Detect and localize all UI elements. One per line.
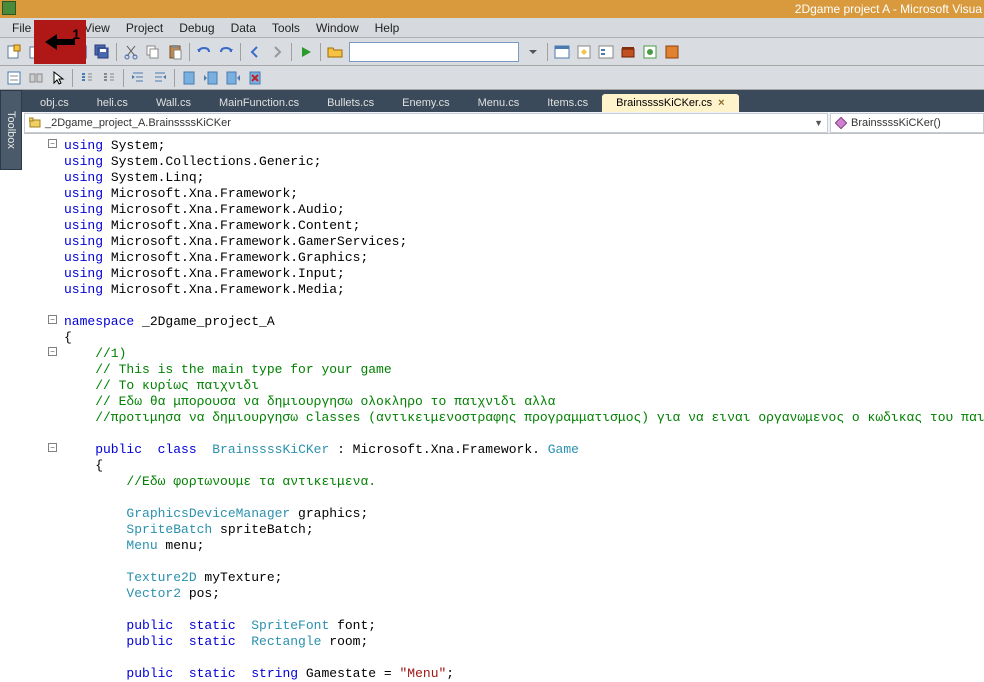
- tab-menu[interactable]: Menu.cs: [464, 94, 534, 112]
- outdent-button[interactable]: [150, 68, 170, 88]
- tab-mainfunction[interactable]: MainFunction.cs: [205, 94, 313, 112]
- arrow-left-icon: [45, 34, 75, 50]
- cut-button[interactable]: [121, 42, 141, 62]
- window-titlebar: 2Dgame project A - Microsoft Visua: [0, 0, 984, 18]
- indent-button[interactable]: [128, 68, 148, 88]
- menu-bar: File Edit View Project Debug Data Tools …: [0, 18, 984, 38]
- type-name: _2Dgame_project_A.BrainssssKiCKer: [45, 117, 231, 129]
- toolbar-separator: [72, 69, 73, 87]
- close-tab-icon[interactable]: ×: [718, 97, 724, 109]
- menu-debug[interactable]: Debug: [171, 19, 222, 37]
- save-all-button[interactable]: [92, 42, 112, 62]
- next-bookmark-button[interactable]: [223, 68, 243, 88]
- code-editor[interactable]: − − − − using System; using System.Colle…: [24, 134, 984, 682]
- new-project-button[interactable]: [4, 42, 24, 62]
- tab-wall[interactable]: Wall.cs: [142, 94, 205, 112]
- toolbar-separator: [174, 69, 175, 87]
- object-browser-button[interactable]: [596, 42, 616, 62]
- properties-button[interactable]: [574, 42, 594, 62]
- tab-bullets[interactable]: Bullets.cs: [313, 94, 388, 112]
- find-combo[interactable]: [349, 42, 519, 62]
- method-icon: [835, 117, 847, 129]
- secondary-toolbar: [0, 66, 984, 90]
- code-content[interactable]: using System; using System.Collections.G…: [64, 138, 984, 682]
- editor-gutter: − − − −: [24, 134, 60, 682]
- pointer-button[interactable]: [48, 68, 68, 88]
- tab-heli[interactable]: heli.cs: [83, 94, 142, 112]
- tab-label: BrainssssKiCKer.cs: [616, 97, 712, 109]
- menu-project[interactable]: Project: [118, 19, 171, 37]
- display-class-button[interactable]: [4, 68, 24, 88]
- toolbar-separator: [291, 43, 292, 61]
- app-icon: [2, 1, 16, 15]
- toolbox-panel-tab[interactable]: Toolbox: [0, 90, 22, 170]
- prev-bookmark-button[interactable]: [201, 68, 221, 88]
- find-dropdown-button[interactable]: [523, 42, 543, 62]
- chevron-down-icon: ▼: [814, 118, 823, 128]
- tab-brainsssskicker[interactable]: BrainssssKiCKer.cs ×: [602, 94, 738, 112]
- toolbar-separator: [547, 43, 548, 61]
- marker-label: 1: [72, 26, 80, 42]
- outline-collapse-icon[interactable]: −: [48, 315, 57, 324]
- type-navigator[interactable]: _2Dgame_project_A.BrainssssKiCKer ▼: [24, 113, 828, 133]
- start-page-button[interactable]: [640, 42, 660, 62]
- member-name: BrainssssKiCKer(): [851, 117, 941, 129]
- start-debug-button[interactable]: [296, 42, 316, 62]
- paste-button[interactable]: [165, 42, 185, 62]
- toolbox-label: Toolbox: [5, 111, 17, 149]
- toolbar-separator: [240, 43, 241, 61]
- toolbox-button[interactable]: [618, 42, 638, 62]
- outline-collapse-icon[interactable]: −: [48, 139, 57, 148]
- toolbar-separator: [320, 43, 321, 61]
- tab-enemy[interactable]: Enemy.cs: [388, 94, 463, 112]
- clear-bookmarks-button[interactable]: [245, 68, 265, 88]
- uncomment-button[interactable]: [99, 68, 119, 88]
- menu-data[interactable]: Data: [223, 19, 264, 37]
- undo-button[interactable]: [194, 42, 214, 62]
- tab-obj[interactable]: obj.cs: [26, 94, 83, 112]
- window-title: 2Dgame project A - Microsoft Visua: [795, 2, 984, 16]
- comment-button[interactable]: [77, 68, 97, 88]
- solution-explorer-button[interactable]: [552, 42, 572, 62]
- menu-tools[interactable]: Tools: [264, 19, 308, 37]
- nav-forward-button[interactable]: [267, 42, 287, 62]
- redo-button[interactable]: [216, 42, 236, 62]
- main-toolbar: [0, 38, 984, 66]
- toolbar-separator: [116, 43, 117, 61]
- toolbar-separator: [189, 43, 190, 61]
- code-nav-bar: _2Dgame_project_A.BrainssssKiCKer ▼ Brai…: [24, 112, 984, 134]
- outline-collapse-icon[interactable]: −: [48, 347, 57, 356]
- nav-back-button[interactable]: [245, 42, 265, 62]
- class-icon: [29, 117, 41, 129]
- outline-collapse-icon[interactable]: −: [48, 443, 57, 452]
- member-navigator[interactable]: BrainssssKiCKer(): [830, 113, 984, 133]
- display-member-button[interactable]: [26, 68, 46, 88]
- bookmark-button[interactable]: [179, 68, 199, 88]
- copy-button[interactable]: [143, 42, 163, 62]
- menu-help[interactable]: Help: [367, 19, 408, 37]
- toolbar-separator: [123, 69, 124, 87]
- menu-window[interactable]: Window: [308, 19, 367, 37]
- marker-overlay: 1: [34, 20, 86, 64]
- tab-items[interactable]: Items.cs: [533, 94, 602, 112]
- document-tab-strip: obj.cs heli.cs Wall.cs MainFunction.cs B…: [0, 90, 984, 112]
- extension-button[interactable]: [662, 42, 682, 62]
- solution-config-button[interactable]: [325, 42, 345, 62]
